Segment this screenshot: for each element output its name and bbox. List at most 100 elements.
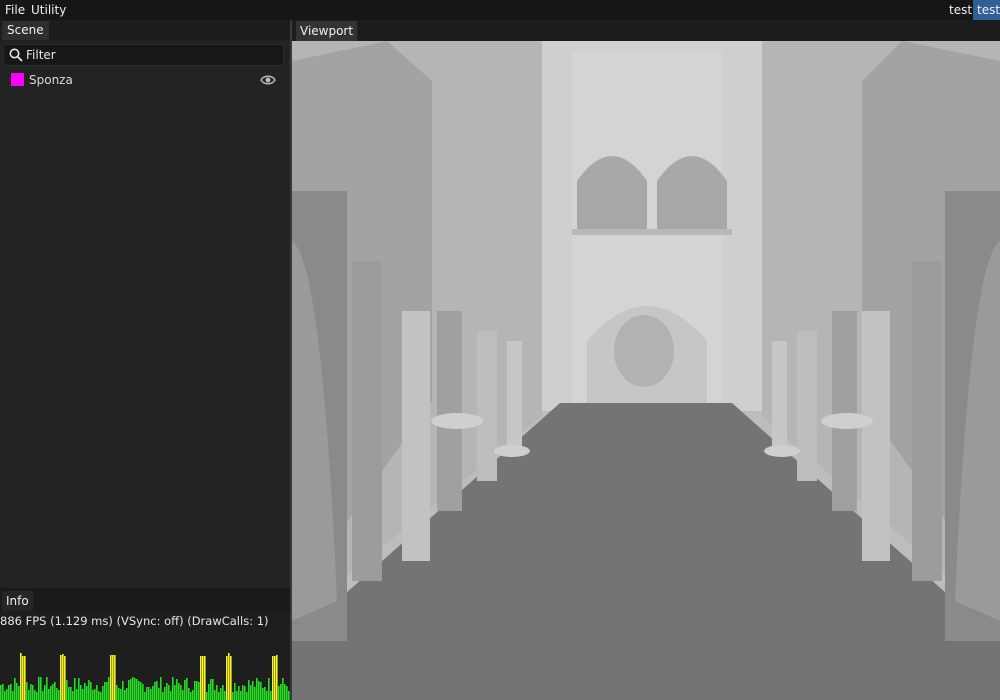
graph-bar	[270, 691, 272, 700]
graph-bar	[250, 685, 252, 700]
graph-bar	[94, 689, 96, 700]
graph-bar	[234, 683, 236, 700]
graph-bar	[102, 686, 104, 700]
graph-bar	[54, 682, 56, 700]
graph-bar	[122, 681, 124, 700]
graph-bar	[88, 680, 90, 700]
graph-bar	[214, 690, 216, 700]
graph-bar	[218, 692, 220, 700]
graph-bar	[92, 690, 94, 700]
graph-bar	[254, 687, 256, 700]
graph-bar	[134, 678, 136, 700]
graph-bar	[240, 691, 242, 700]
graph-bar	[268, 678, 270, 700]
graph-bar	[272, 656, 274, 700]
graph-bar	[176, 679, 178, 700]
filter-box[interactable]	[3, 44, 284, 66]
graph-bar	[114, 655, 116, 700]
scene-item-sponza[interactable]: Sponza	[0, 70, 290, 90]
mode-tab-test-2[interactable]: test	[973, 0, 1000, 20]
graph-bar	[260, 682, 262, 700]
viewport-render[interactable]	[292, 41, 1000, 700]
graph-bar	[138, 681, 140, 700]
graph-bar	[24, 656, 26, 700]
graph-bar	[142, 684, 144, 700]
graph-bar	[64, 656, 66, 700]
graph-bar	[210, 679, 212, 700]
graph-bar	[158, 688, 160, 700]
graph-bar	[0, 685, 2, 700]
graph-bar	[104, 682, 106, 700]
graph-bar	[2, 684, 4, 700]
graph-bar	[112, 655, 114, 700]
graph-bar	[42, 691, 44, 700]
graph-bar	[58, 690, 60, 700]
graph-bar	[150, 689, 152, 700]
graph-bar	[252, 681, 254, 700]
graph-bar	[192, 690, 194, 700]
graph-bar	[144, 692, 146, 700]
graph-bar	[56, 688, 58, 700]
mode-tab-test-1[interactable]: test	[945, 0, 976, 20]
graph-bar	[70, 687, 72, 700]
tab-viewport[interactable]: Viewport	[296, 21, 358, 41]
graph-bar	[208, 684, 210, 700]
graph-bar	[236, 691, 238, 700]
graph-bar	[204, 656, 206, 700]
graph-bar	[28, 690, 30, 700]
graph-bar	[286, 686, 288, 700]
tab-info[interactable]: Info	[2, 591, 33, 611]
graph-bar	[66, 680, 68, 700]
menu-file[interactable]: File	[1, 0, 29, 20]
graph-bar	[168, 685, 170, 700]
graph-bar	[166, 683, 168, 700]
graph-bar	[40, 677, 42, 700]
scene-tabbar: Scene	[0, 20, 290, 40]
graph-bar	[22, 656, 24, 700]
frame-stats: 886 FPS (1.129 ms) (VSync: off) (DrawCal…	[0, 614, 269, 628]
graph-bar	[106, 682, 108, 700]
graph-bar	[118, 688, 120, 700]
graph-bar	[154, 682, 156, 700]
graph-bar	[156, 681, 158, 700]
graph-bar	[98, 691, 100, 700]
graph-bar	[242, 685, 244, 700]
graph-bar	[284, 684, 286, 700]
graph-bar	[48, 689, 50, 700]
graph-bar	[182, 690, 184, 700]
graph-bar	[148, 687, 150, 700]
graph-bar	[116, 685, 118, 700]
info-tabbar: Info	[0, 590, 290, 611]
graph-bar	[16, 683, 18, 700]
graph-bar	[264, 687, 266, 700]
frame-time-graph	[0, 653, 290, 700]
graph-bar	[276, 655, 278, 700]
sponza-render	[292, 41, 1000, 700]
graph-bar	[244, 686, 246, 700]
tab-scene[interactable]: Scene	[2, 21, 49, 40]
graph-bar	[76, 689, 78, 700]
filter-input[interactable]	[26, 46, 276, 64]
graph-bar	[202, 656, 204, 700]
graph-bar	[136, 679, 138, 700]
eye-icon[interactable]	[260, 73, 276, 87]
graph-bar	[90, 682, 92, 700]
graph-bar	[62, 654, 64, 700]
graph-bar	[68, 687, 70, 700]
graph-bar	[196, 681, 198, 700]
graph-bar	[86, 686, 88, 700]
graph-bar	[36, 692, 38, 700]
graph-bar	[50, 686, 52, 700]
menu-utility[interactable]: Utility	[27, 0, 70, 20]
graph-bar	[80, 685, 82, 700]
graph-bar	[124, 690, 126, 700]
graph-bar	[230, 656, 232, 700]
graph-bar	[186, 678, 188, 700]
graph-bar	[96, 685, 98, 700]
graph-bar	[188, 688, 190, 700]
graph-bar	[130, 679, 132, 700]
graph-bar	[266, 691, 268, 700]
color-swatch	[11, 73, 24, 86]
graph-bar	[26, 682, 28, 700]
graph-bar	[248, 680, 250, 700]
